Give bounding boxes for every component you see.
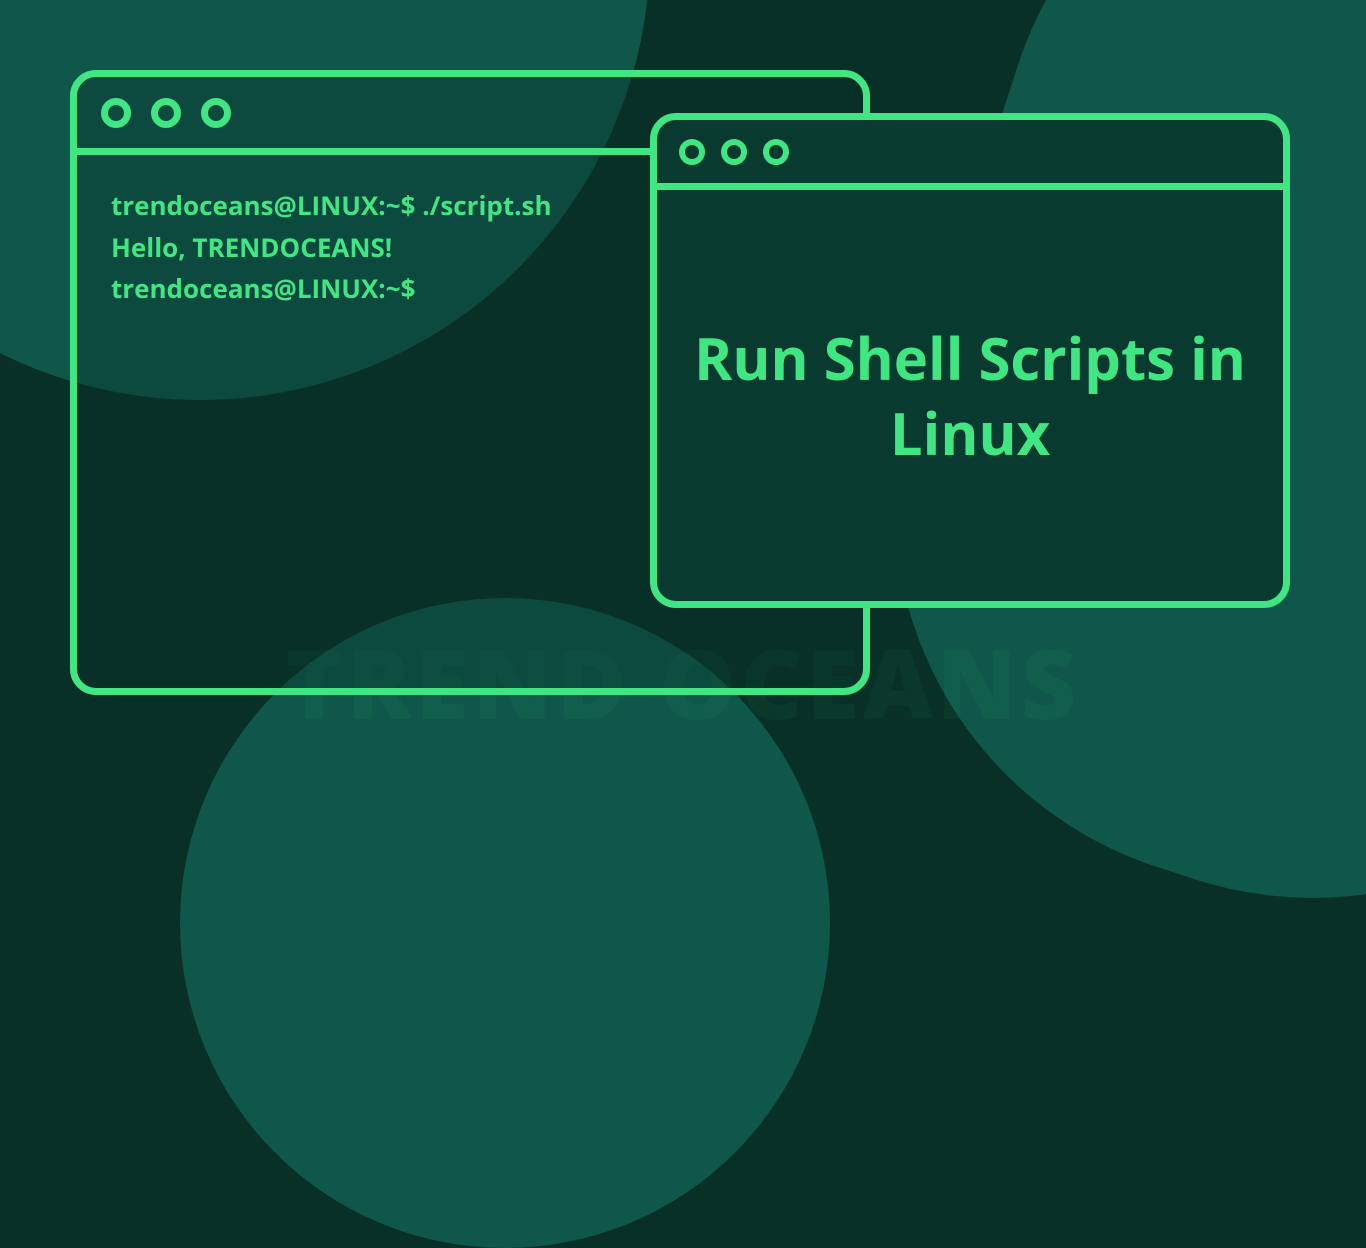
title-window-titlebar	[657, 120, 1283, 190]
window-control-icon	[201, 98, 231, 128]
terminal-command: ./script.sh	[422, 187, 551, 223]
window-control-icon	[101, 98, 131, 128]
window-control-icon	[763, 139, 789, 165]
window-control-icon	[721, 139, 747, 165]
title-heading: Run Shell Scripts in Linux	[687, 321, 1253, 469]
title-window: Run Shell Scripts in Linux	[650, 113, 1290, 608]
terminal-prompt: trendoceans@LINUX:~$	[111, 187, 422, 223]
title-window-body: Run Shell Scripts in Linux	[657, 190, 1283, 601]
window-control-icon	[679, 139, 705, 165]
window-control-icon	[151, 98, 181, 128]
